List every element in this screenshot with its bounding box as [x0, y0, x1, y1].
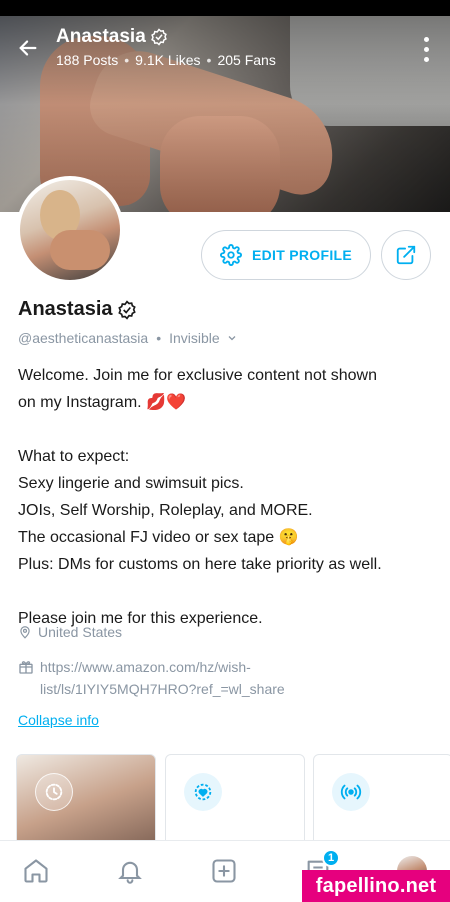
profile-stats: 188 Posts • 9.1K Likes • 205 Fans — [56, 52, 276, 68]
separator: • — [156, 330, 162, 346]
nav-notifications[interactable] — [114, 855, 146, 887]
story-card[interactable] — [16, 754, 156, 854]
chevron-down-icon — [228, 336, 236, 341]
status-label: Invisible — [169, 330, 220, 346]
collapse-info-link[interactable]: Collapse info — [18, 712, 99, 728]
bell-icon — [118, 861, 142, 884]
posts-count: 188 Posts — [56, 52, 119, 68]
separator: • — [124, 52, 130, 68]
online-status-dropdown[interactable]: Invisible — [169, 330, 238, 346]
bio-line: Plus: DMs for customs on here take prior… — [18, 556, 382, 573]
heart-badge-icon — [194, 783, 212, 801]
clock-history-icon — [45, 783, 63, 801]
wishlist-link[interactable]: https://www.amazon.com/hz/wish- list/ls/… — [18, 656, 318, 700]
bio-line: Welcome. Join me for exclusive content n… — [18, 367, 377, 384]
profile-handle: @aestheticanastasia — [18, 330, 149, 346]
gift-icon — [19, 661, 33, 674]
broadcast-icon — [340, 784, 362, 800]
arrow-left-icon — [19, 40, 37, 56]
nav-add-post[interactable] — [208, 855, 240, 887]
profile-content: EDIT PROFILE Anastasia @aestheticanastas… — [0, 176, 450, 854]
likes-count: 9.1K Likes — [135, 52, 201, 68]
verified-badge-icon — [150, 28, 167, 46]
verified-badge-icon — [117, 299, 136, 320]
plus-square-icon — [212, 859, 236, 883]
edit-profile-button[interactable]: EDIT PROFILE — [201, 230, 371, 280]
kebab-menu-icon[interactable] — [414, 34, 438, 64]
share-button[interactable] — [381, 230, 431, 280]
location-text: United States — [38, 624, 123, 640]
nav-home[interactable] — [20, 855, 52, 887]
home-icon — [24, 859, 48, 883]
profile-bio: Welcome. Join me for exclusive content n… — [18, 362, 432, 632]
bio-line: JOIs, Self Worship, Roleplay, and MORE. — [18, 502, 313, 519]
separator: • — [206, 52, 212, 68]
share-icon — [396, 245, 416, 265]
location-pin-icon — [20, 626, 30, 639]
gear-icon — [219, 244, 242, 266]
back-button[interactable] — [12, 32, 44, 64]
messages-badge: 1 — [322, 849, 340, 867]
location: United States — [18, 624, 122, 640]
highlights-row — [16, 754, 450, 854]
edit-profile-label: EDIT PROFILE — [251, 247, 353, 263]
bio-line: on my Instagram. 💋❤️ — [18, 394, 186, 411]
bio-line: Sexy lingerie and swimsuit pics. — [18, 475, 244, 492]
profile-header: Anastasia 188 Posts • 9.1K Likes • 205 F… — [0, 20, 450, 80]
wishlist-url-part2: list/ls/1IYIY5MQH7HRO?ref_=wl_share — [40, 681, 285, 697]
status-bar — [0, 0, 450, 16]
profile-name: Anastasia — [18, 298, 113, 320]
header-name: Anastasia — [56, 26, 146, 47]
fans-count: 205 Fans — [217, 52, 276, 68]
profile-avatar[interactable] — [16, 176, 124, 284]
bio-line: What to expect: — [18, 448, 130, 465]
highlight-card[interactable] — [165, 754, 305, 854]
watermark: fapellino.net — [302, 870, 450, 902]
live-card[interactable] — [313, 754, 450, 854]
wishlist-url-part1: https://www.amazon.com/hz/wish- — [40, 659, 251, 675]
bio-line: The occasional FJ video or sex tape 🤫 — [18, 529, 299, 546]
